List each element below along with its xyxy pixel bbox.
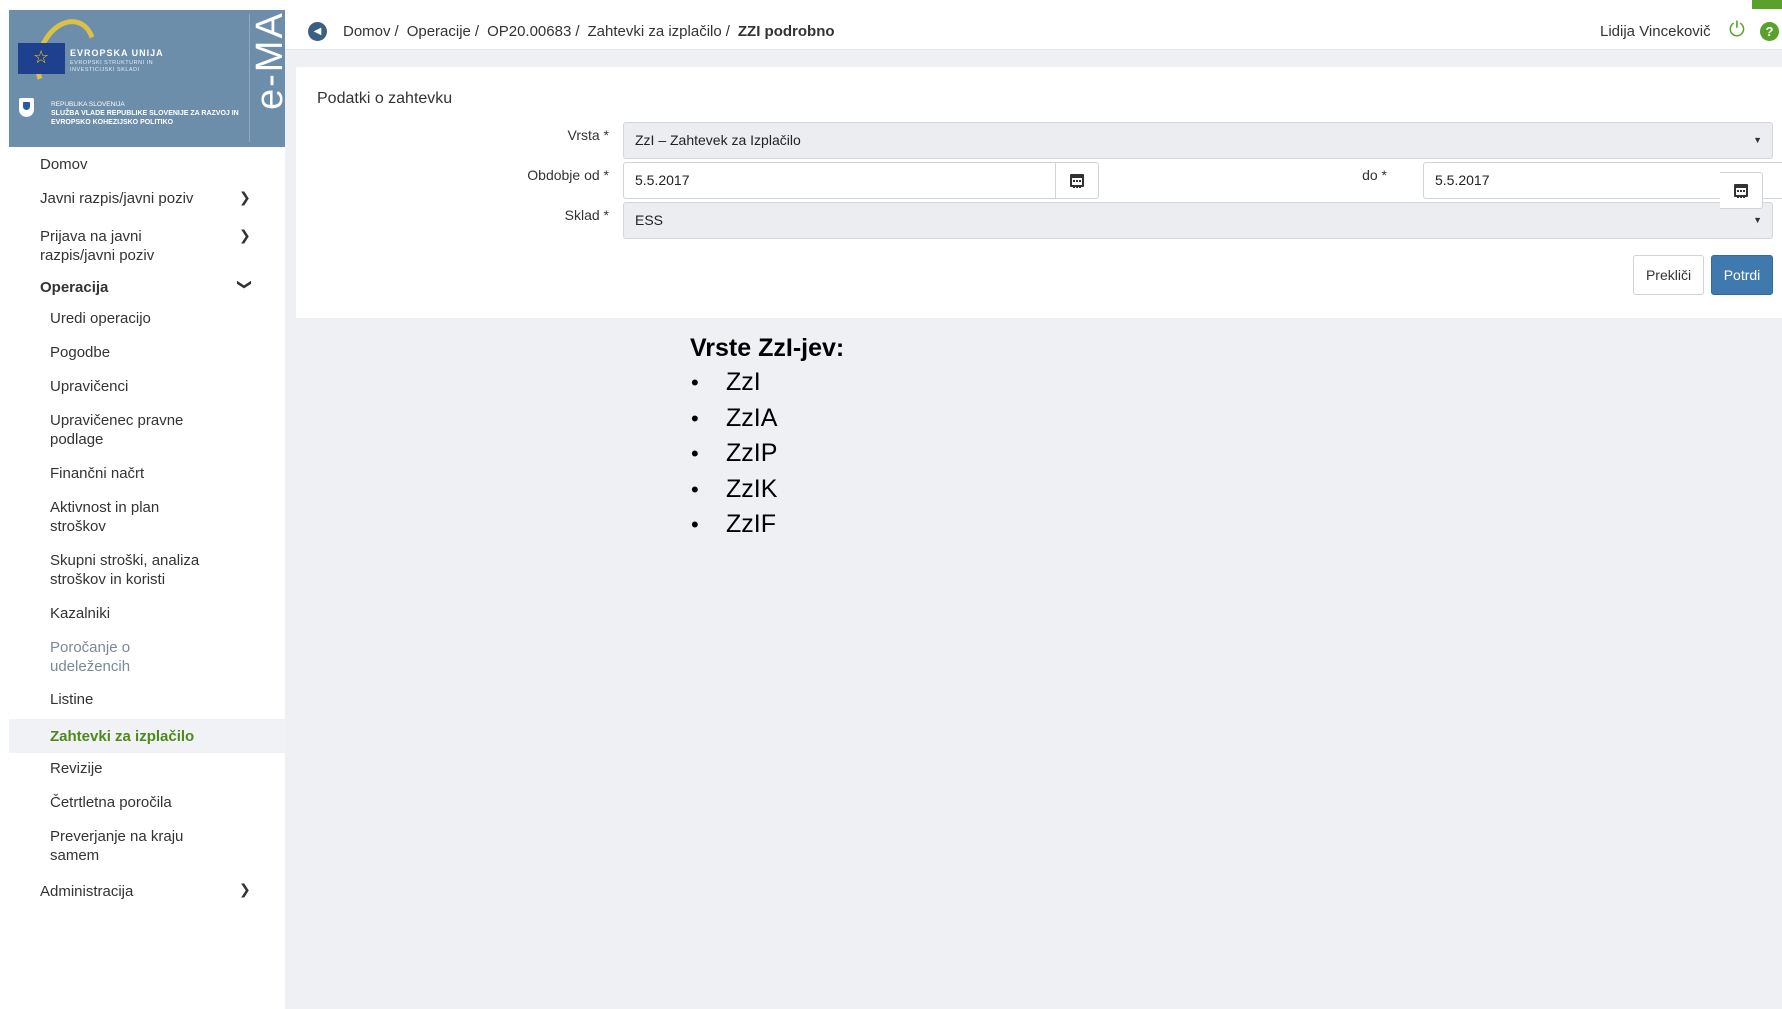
obdobje-od-label: Obdobje od * (527, 167, 609, 183)
vrsta-value: ZzI – Zahtevek za Izplačilo (635, 132, 801, 148)
breadcrumb-separator: / (474, 23, 480, 40)
sidebar-item-revizije[interactable]: Revizije (9, 759, 285, 783)
sidebar-item-pogodbe[interactable]: Pogodbe (9, 343, 285, 367)
sidebar-item-label: Preverjanje na kraju samem (50, 828, 184, 864)
vrsta-select[interactable]: ZzI – Zahtevek za Izplačilo ▼ (623, 122, 1773, 159)
breadcrumb-link-zahtevki[interactable]: Zahtevki za izplačilo (587, 23, 721, 40)
back-arrow-icon[interactable]: ◀ (308, 22, 327, 41)
sidebar-item-label: Administracija (40, 883, 134, 900)
breadcrumb-current: ZZI podrobno (737, 23, 835, 40)
cancel-button[interactable]: Prekliči (1633, 255, 1704, 295)
obdobje-od-input[interactable]: 5.5.2017 (623, 162, 1056, 199)
sklad-value: ESS (635, 212, 664, 228)
sidebar-item-prijava[interactable]: Prijava na javni razpis/javni poziv ❯ (9, 227, 285, 267)
logo-eu-subtitle: EVROPSKI STRUKTURNI IN INVESTICIJSKI SKL… (70, 60, 154, 73)
list-item: ZzIK (690, 472, 844, 508)
calendar-icon (1734, 184, 1748, 198)
sidebar-item-listine[interactable]: Listine (9, 690, 285, 714)
sidebar-item-label: Revizije (50, 760, 103, 777)
request-form-panel: Podatki o zahtevku Vrsta * ZzI – Zahteve… (296, 67, 1782, 318)
sidebar-item-cetrtletna[interactable]: Četrtletna poročila (9, 793, 285, 817)
sidebar-item-domov[interactable]: Domov (9, 155, 285, 179)
list-item: ZzIP (690, 436, 844, 472)
chevron-down-icon: ❯ (237, 278, 254, 291)
breadcrumb-separator: / (394, 23, 399, 40)
breadcrumb-link-operation[interactable]: OP20.00683 (487, 23, 571, 40)
obdobje-od-calendar-button[interactable] (1056, 162, 1099, 199)
list-item: ZzIF (690, 507, 844, 543)
sidebar-item-skupni-stroski[interactable]: Skupni stroški, analiza stroškov in kori… (9, 551, 285, 591)
breadcrumb-separator: / (575, 23, 580, 40)
list-item: ZzI (690, 365, 844, 401)
breadcrumb-link-operacije[interactable]: Operacije (407, 23, 471, 40)
sidebar-item-administracija[interactable]: Administracija ❯ (9, 881, 285, 906)
logo-app-name: e-MA (249, 11, 285, 110)
caret-down-icon: ▼ (1753, 135, 1762, 145)
logo-rs-line1: REPUBLIKA SLOVENIJA (51, 101, 125, 108)
panel-title: Podatki o zahtevku (317, 90, 453, 107)
sidebar-item-label: Četrtletna poročila (50, 794, 172, 811)
eu-flag-icon (18, 43, 65, 74)
sidebar-item-label: Poročanje o udeležencih (50, 639, 131, 675)
sidebar-item-uredi-operacijo[interactable]: Uredi operacijo (9, 309, 285, 333)
logo-eu-title: EVROPSKA UNIJA (70, 48, 164, 58)
sidebar-item-aktivnost[interactable]: Aktivnost in plan stroškov (9, 498, 285, 538)
sidebar-item-upravicenci[interactable]: Upravičenci (9, 377, 285, 401)
sidebar-item-label: Zahtevki za izplačilo (50, 728, 195, 745)
sidebar-item-label: Upravičenci (50, 378, 129, 395)
breadcrumb-separator: / (725, 23, 730, 40)
sidebar-item-label: Kazalniki (50, 605, 111, 622)
sidebar-item-zahtevki[interactable]: Zahtevki za izplačilo (9, 719, 285, 753)
confirm-button[interactable]: Potrdi (1711, 255, 1773, 295)
app-logo[interactable]: EVROPSKA UNIJA EVROPSKI STRUKTURNI IN IN… (9, 10, 285, 147)
do-calendar-button[interactable] (1720, 172, 1763, 209)
sidebar-item-label: Javni razpis/javni poziv (40, 190, 194, 207)
zzi-types-list: ZzI ZzIA ZzIP ZzIK ZzIF (690, 365, 844, 543)
top-bar: ◀ Domov / Operacije / OP20.00683/Zahtevki za… (285, 10, 1782, 50)
zzi-types-title: Vrste ZzI-jev: (690, 334, 845, 362)
chevron-right-icon: ❯ (239, 227, 251, 243)
breadcrumb-link-domov[interactable]: Domov (343, 23, 391, 40)
sidebar-item-label: Upravičenec pravne podlage (50, 412, 184, 448)
sidebar-item-label: Skupni stroški, analiza stroškov in kori… (50, 552, 200, 588)
breadcrumb: Domov / Operacije / OP20.00683/Zahtevki za i… (343, 23, 839, 40)
chevron-right-icon: ❯ (239, 189, 251, 205)
do-label: do * (1362, 167, 1387, 183)
sidebar-item-operacija[interactable]: Operacija ❯ (9, 278, 285, 302)
sidebar-item-kazalniki[interactable]: Kazalniki (9, 604, 285, 628)
sidebar-item-label: Domov (40, 156, 88, 173)
sidebar-item-label: Prijava na javni razpis/javni poziv (40, 228, 155, 264)
power-icon[interactable]: ⏻ (1729, 20, 1749, 40)
app-window: EVROPSKA UNIJA EVROPSKI STRUKTURNI IN IN… (9, 10, 1782, 1009)
sklad-label: Sklad * (564, 207, 609, 223)
user-name[interactable]: Lidija Vincekovič (1600, 23, 1711, 40)
sidebar-item-label: Uredi operacijo (50, 310, 151, 327)
sidebar-item-label: Aktivnost in plan stroškov (50, 499, 160, 535)
sidebar-item-upravicenec-pravne-podlage[interactable]: Upravičenec pravne podlage (9, 411, 285, 451)
sidebar-item-label: Pogodbe (50, 344, 111, 361)
list-item: ZzIA (690, 401, 844, 437)
sidebar-item-label: Finančni načrt (50, 465, 145, 482)
calendar-icon (1070, 174, 1084, 188)
sidebar-item-porocanje: Poročanje o udeležencih (9, 638, 285, 678)
sidebar-item-label: Listine (50, 691, 94, 708)
sklad-select[interactable]: ESS ▼ (623, 202, 1773, 239)
sidebar-item-financni-nacrt[interactable]: Finančni načrt (9, 464, 285, 488)
sidebar: EVROPSKA UNIJA EVROPSKI STRUKTURNI IN IN… (9, 10, 285, 1009)
corner-accent (1752, 0, 1782, 9)
vrsta-label: Vrsta * (567, 127, 610, 143)
slovenia-crest-icon (19, 98, 34, 117)
logo-rs-line2: SLUŽBA VLADE REPUBLIKE SLOVENIJE ZA RAZV… (51, 110, 239, 126)
sidebar-item-preverjanje[interactable]: Preverjanje na kraju samem (9, 827, 285, 867)
chevron-right-icon: ❯ (239, 881, 251, 897)
zzi-types-note: Vrste ZzI-jev: ZzI ZzIA ZzIP ZzIK ZzIF (690, 331, 844, 543)
sidebar-item-javni-razpis[interactable]: Javni razpis/javni poziv ❯ (9, 189, 285, 213)
help-icon[interactable]: ? (1760, 22, 1779, 41)
sidebar-item-label: Operacija (40, 279, 109, 296)
